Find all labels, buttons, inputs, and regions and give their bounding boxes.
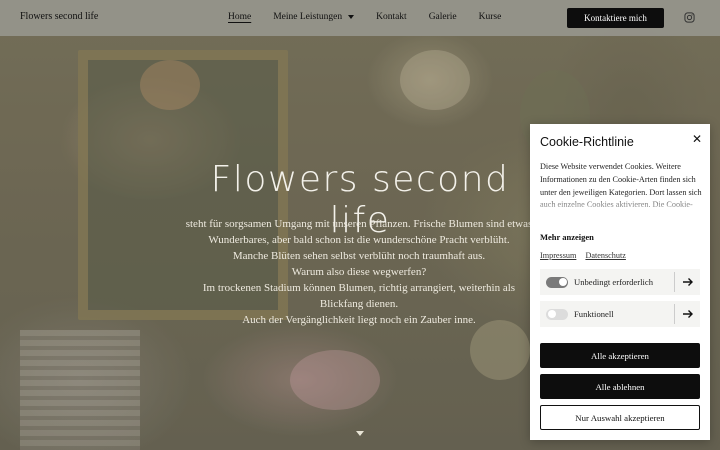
toggle-knob [558, 278, 567, 286]
hero-description: steht für sorgsamen Umgang mit unseren P… [170, 216, 548, 328]
nav-kontakt-label: Kontakt [376, 12, 407, 22]
instagram-icon[interactable] [684, 12, 695, 23]
chevron-down-icon [348, 15, 355, 19]
arrow-right-icon[interactable] [682, 276, 694, 288]
cookie-links: Impressum Datenschutz [540, 251, 633, 260]
site-brand[interactable]: Flowers second life [20, 11, 98, 22]
hero-line: Manche Blüten sehen selbst verblüht noch… [232, 250, 486, 262]
arrow-right-icon[interactable] [682, 308, 694, 320]
datenschutz-link[interactable]: Datenschutz [585, 251, 625, 260]
nav-home[interactable]: Home [228, 12, 251, 22]
category-label: Funktionell [574, 309, 614, 319]
scroll-down-icon[interactable] [356, 431, 364, 436]
impressum-link[interactable]: Impressum [540, 251, 576, 260]
hero-line: Warum also diese wegwerfen? [291, 266, 427, 278]
show-more-link[interactable]: Mehr anzeigen [540, 232, 594, 242]
main-nav: Home Meine Leistungen Kontakt Galerie Ku… [228, 12, 523, 22]
hero-line: Wunderbares, aber bald schon ist die wun… [208, 234, 510, 246]
cookie-category-functional: Funktionell [540, 301, 700, 327]
hero-line: Im trockenen Stadium können Blumen, rich… [202, 282, 516, 294]
site-header: Flowers second life Home Meine Leistunge… [0, 0, 720, 36]
cookie-dialog: Cookie-Richtlinie ✕ Diese Website verwen… [530, 124, 710, 440]
nav-kurse[interactable]: Kurse [479, 12, 502, 22]
hero-line: steht für sorgsamen Umgang mit unseren P… [185, 218, 533, 230]
divider [674, 304, 675, 324]
nav-kontakt[interactable]: Kontakt [376, 12, 407, 22]
necessary-toggle[interactable] [546, 276, 568, 288]
nav-kurse-label: Kurse [478, 12, 502, 22]
nav-meine-leistungen-label: Meine Leistungen [273, 12, 343, 22]
nav-galerie[interactable]: Galerie [429, 12, 457, 22]
accept-all-button[interactable]: Alle akzeptieren [540, 343, 700, 368]
accept-selection-button[interactable]: Nur Auswahl akzeptieren [540, 405, 700, 430]
nav-galerie-label: Galerie [428, 12, 457, 22]
contact-button[interactable]: Kontaktiere mich [567, 8, 664, 28]
hero-line: Auch der Vergänglichkeit liegt noch ein … [242, 314, 476, 326]
text-fade [540, 193, 704, 219]
nav-meine-leistungen[interactable]: Meine Leistungen [273, 12, 355, 22]
hero-line: Blickfang dienen. [319, 298, 399, 310]
cookie-description: Diese Website verwendet Cookies. Weitere… [540, 161, 704, 219]
reject-all-button[interactable]: Alle ablehnen [540, 374, 700, 399]
functional-toggle[interactable] [546, 308, 568, 320]
toggle-knob [547, 310, 556, 318]
nav-home-label: Home [228, 12, 252, 22]
cookie-category-necessary: Unbedingt erforderlich [540, 269, 700, 295]
close-icon[interactable]: ✕ [692, 132, 702, 146]
divider [674, 272, 675, 292]
category-label: Unbedingt erforderlich [574, 277, 653, 287]
cookie-title: Cookie-Richtlinie [540, 135, 634, 149]
